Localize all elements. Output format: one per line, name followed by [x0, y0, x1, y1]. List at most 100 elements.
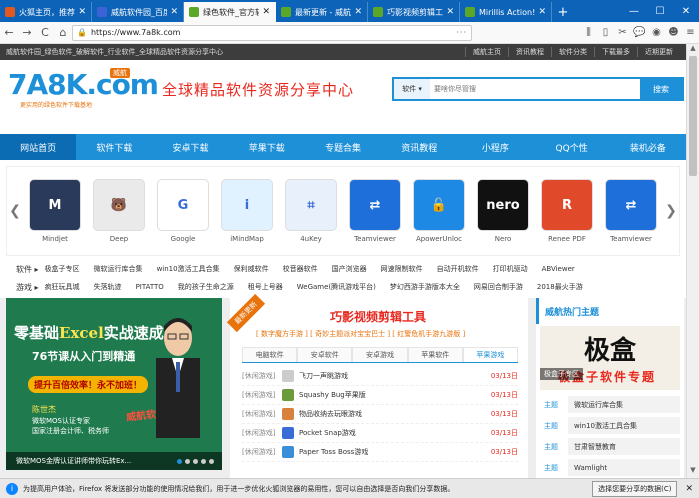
sidebar-icon[interactable]: ▯ — [597, 27, 614, 38]
close-notification-icon[interactable]: ✕ — [685, 484, 693, 494]
update-tab[interactable]: 电脑软件 — [242, 347, 298, 362]
search-input[interactable] — [430, 79, 640, 99]
carousel-dot[interactable] — [201, 459, 206, 464]
scroll-up-icon[interactable]: ▲ — [687, 44, 699, 56]
tag-link[interactable]: 失落轨迹 — [94, 282, 122, 292]
browser-tab[interactable]: 巧影视频剪辑工具✕ — [368, 2, 460, 22]
tag-link[interactable]: 梦幻西游手游版本大全 — [390, 282, 460, 292]
browser-tab[interactable]: 最新更新 - 威航软件园✕ — [276, 2, 368, 22]
tab-close-icon[interactable]: ✕ — [78, 7, 86, 17]
topic-name[interactable]: win10激活工具合集 — [568, 417, 680, 434]
tag-link[interactable]: 网易回合制手游 — [474, 282, 523, 292]
scroll-thumb[interactable] — [689, 56, 697, 176]
nav-item[interactable]: 苹果下载 — [229, 134, 305, 160]
row-title[interactable]: Paper Toss Boss游戏 — [299, 447, 491, 457]
top-link[interactable]: 软件分类 — [551, 47, 594, 57]
nav-item[interactable]: QQ个性 — [534, 134, 610, 160]
prev-arrow-icon[interactable]: ❮ — [7, 203, 23, 219]
update-tab[interactable]: 安卓软件 — [297, 347, 353, 362]
tab-close-icon[interactable]: ✕ — [538, 7, 546, 17]
topic-name[interactable]: 甘肃智慧教育 — [568, 438, 680, 455]
tab-close-icon[interactable]: ✕ — [354, 7, 362, 17]
app-tile[interactable]: ⇄ Teamviewer — [347, 179, 403, 243]
update-tab[interactable]: 苹果软件 — [407, 347, 463, 362]
carousel-dot[interactable] — [177, 459, 182, 464]
tag-link[interactable]: 租号上号器 — [248, 282, 283, 292]
forward-button[interactable]: → — [18, 26, 36, 39]
app-tile[interactable]: ⇄ Teamviewer — [603, 179, 659, 243]
tag-link[interactable]: 极盒子专区 — [45, 264, 80, 274]
tag-link[interactable]: win10激活工具合集 — [157, 264, 220, 274]
scroll-down-icon[interactable]: ▼ — [687, 466, 699, 478]
app-tile[interactable]: R Renee PDF — [539, 179, 595, 243]
tag-link[interactable]: 校音器软件 — [283, 264, 318, 274]
reload-button[interactable]: C — [36, 26, 54, 39]
nav-item[interactable]: 网站首页 — [0, 134, 77, 160]
tag-link[interactable]: 保利威软件 — [234, 264, 269, 274]
back-button[interactable]: ← — [0, 26, 18, 39]
app-tile[interactable]: ⌗ 4uKey — [283, 179, 339, 243]
update-tab[interactable]: 安卓游戏 — [352, 347, 408, 362]
featured-title[interactable]: 巧影视频剪辑工具 — [330, 308, 426, 325]
promo-banner[interactable]: 零基础Excel实战速成 76节课从入门到精通 提升百倍效率！永不加班！ 陈世杰… — [6, 298, 222, 470]
top-link[interactable]: 资讯教程 — [508, 47, 551, 57]
screenshot-icon[interactable]: ✂ — [614, 27, 631, 38]
app-tile[interactable]: nero Nero — [475, 179, 531, 243]
tag-link[interactable]: 2018最火手游 — [537, 282, 583, 292]
nav-item[interactable]: 小程序 — [457, 134, 533, 160]
app-tile[interactable]: 🐻 Deep — [91, 179, 147, 243]
topic-name[interactable]: Wamlight — [568, 459, 680, 476]
update-row[interactable]: [休闲游戏] Paper Toss Boss游戏 03/13日 — [242, 443, 518, 462]
carousel-dot[interactable] — [185, 459, 190, 464]
nav-item[interactable]: 资讯教程 — [381, 134, 457, 160]
tab-close-icon[interactable]: ✕ — [262, 7, 270, 17]
browser-tab[interactable]: 火狐主页，推荐使用✕ — [0, 2, 92, 22]
window-close-button[interactable]: ✕ — [673, 6, 699, 17]
tag-link[interactable]: 微软运行库合集 — [94, 264, 143, 274]
browser-tab[interactable]: Mirillis Action! (官方✕ — [460, 2, 552, 22]
menu-icon[interactable]: ≡ — [682, 27, 699, 38]
nav-item[interactable]: 装机必备 — [610, 134, 686, 160]
row-title[interactable]: Pocket Snap游戏 — [299, 428, 491, 438]
app-tile[interactable]: M Mindjet — [27, 179, 83, 243]
row-title[interactable]: 物品收纳去玩眼游戏 — [299, 409, 491, 419]
topic-row[interactable]: 主题 win10激活工具合集 — [540, 415, 680, 436]
search-category-select[interactable]: 软件 ▾ — [394, 79, 430, 99]
top-link[interactable]: 近期更新 — [637, 47, 680, 57]
update-row[interactable]: [休闲游戏] 物品收纳去玩眼游戏 03/13日 — [242, 405, 518, 424]
update-row[interactable]: [休闲游戏] 飞刀一声眺游戏 03/13日 — [242, 367, 518, 386]
search-button[interactable]: 搜索 — [640, 79, 682, 99]
library-icon[interactable]: ⫼ — [580, 27, 597, 38]
account-icon[interactable]: ☻ — [665, 27, 682, 38]
carousel-dot[interactable] — [209, 459, 214, 464]
window-min-button[interactable]: — — [621, 6, 647, 17]
update-tab[interactable]: 苹果游戏 — [462, 347, 519, 362]
window-max-button[interactable]: ☐ — [647, 6, 673, 17]
choose-data-button[interactable]: 选择您要分享的数据(C) — [592, 480, 678, 497]
nav-item[interactable]: 软件下载 — [76, 134, 152, 160]
topic-row[interactable]: 主题 甘肃智慧教育 — [540, 436, 680, 457]
chat-icon[interactable]: 💬 — [631, 27, 648, 38]
home-button[interactable]: ⌂ — [54, 26, 72, 39]
url-bar[interactable]: 🔒 https://www.7a8k.com ··· — [72, 24, 472, 41]
row-title[interactable]: Squashy Bug苹果版 — [299, 390, 491, 400]
url-text[interactable]: https://www.7a8k.com — [91, 28, 180, 37]
new-tab-button[interactable]: + — [552, 2, 574, 22]
nav-item[interactable]: 专题合集 — [305, 134, 381, 160]
topic-banner[interactable]: 极盒 极盒子软件专题 极盒子专区 — [540, 326, 680, 390]
nav-item[interactable]: 安卓下载 — [152, 134, 228, 160]
update-row[interactable]: [休闲游戏] Pocket Snap游戏 03/13日 — [242, 424, 518, 443]
app-tile[interactable]: G Google — [155, 179, 211, 243]
sync-icon[interactable]: ◉ — [648, 27, 665, 38]
app-tile[interactable]: 🔓 ApowerUnloc — [411, 179, 467, 243]
browser-tab[interactable]: 威航软件园_百度搜索✕ — [92, 2, 184, 22]
tab-close-icon[interactable]: ✕ — [446, 7, 454, 17]
tag-link[interactable]: 网速限制软件 — [381, 264, 423, 274]
tag-link[interactable]: 自动开机软件 — [437, 264, 479, 274]
tag-link[interactable]: WeGame(腾讯游戏平台) — [297, 282, 376, 292]
page-actions-icon[interactable]: ··· — [456, 28, 467, 37]
topic-row[interactable]: 主题 微软运行库合集 — [540, 394, 680, 415]
app-tile[interactable]: i iMindMap — [219, 179, 275, 243]
vertical-scrollbar[interactable]: ▲ ▼ — [686, 44, 699, 478]
tag-link[interactable]: 打印机驱动 — [493, 264, 528, 274]
